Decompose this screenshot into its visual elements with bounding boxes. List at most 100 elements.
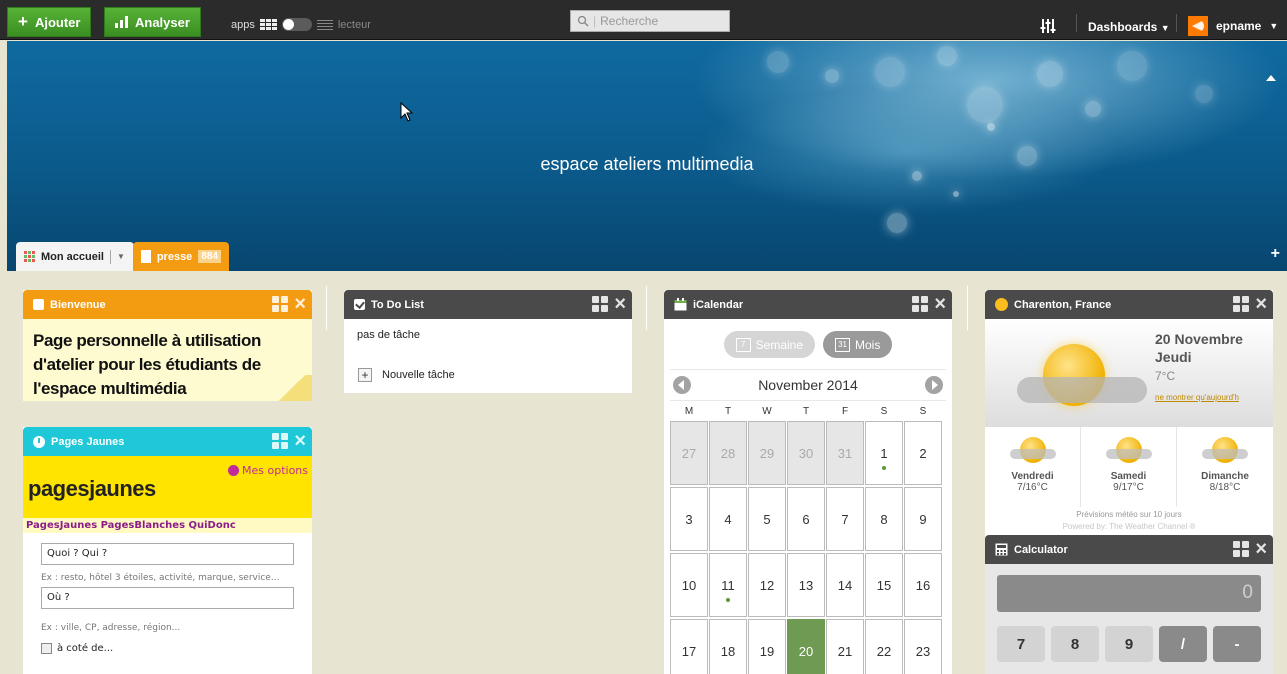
key-9-button[interactable]: 9 <box>1105 626 1153 662</box>
close-icon[interactable]: × <box>294 431 306 451</box>
close-icon[interactable]: × <box>614 294 626 314</box>
add-tab-button[interactable]: + <box>1271 245 1280 263</box>
checkbox-icon <box>354 299 365 310</box>
reader-label: lecteur <box>337 18 371 31</box>
analyze-button[interactable]: Analyser <box>104 7 201 37</box>
calendar-day[interactable]: 11 <box>709 553 747 617</box>
add-button[interactable]: + Ajouter <box>7 7 92 37</box>
close-icon[interactable]: × <box>1255 539 1267 559</box>
calendar-day[interactable]: 22 <box>865 619 903 674</box>
calendar-day[interactable]: 6 <box>787 487 825 551</box>
dashboards-menu[interactable]: Dashboards ▼ <box>1088 20 1170 34</box>
tab-mon-accueil[interactable]: Mon accueil ▼ <box>16 242 134 271</box>
calendar-day[interactable]: 12 <box>748 553 786 617</box>
calendar-day[interactable]: 9 <box>904 487 942 551</box>
note-icon <box>33 299 44 310</box>
calendar-day-number: 21 <box>837 643 853 659</box>
close-icon[interactable]: × <box>1255 294 1267 314</box>
close-icon[interactable]: × <box>934 294 946 314</box>
what-who-input[interactable]: Quoi ? Qui ? <box>41 543 294 565</box>
calendar-day[interactable]: 23 <box>904 619 942 674</box>
calendar-day[interactable]: 21 <box>826 619 864 674</box>
grid-handle-icon[interactable] <box>272 296 289 312</box>
forecast-note-link[interactable]: Prévisions météo sur 10 jours <box>985 509 1273 521</box>
view-switcher[interactable]: apps lecteur <box>231 18 371 31</box>
search-icon <box>577 15 589 27</box>
view-toggle-switch[interactable] <box>281 18 312 31</box>
widget-title: Calculator <box>1014 543 1068 556</box>
widget-header[interactable]: Calculator × <box>985 535 1273 564</box>
grid-handle-icon[interactable] <box>1233 296 1250 312</box>
bar-chart-icon <box>115 16 128 28</box>
widget-header[interactable]: Charenton, France × <box>985 290 1273 319</box>
todo-widget: To Do List × pas de tâche + Nouvelle tâc… <box>344 290 632 393</box>
grid-handle-icon[interactable] <box>272 433 289 449</box>
topbar-divider <box>1076 14 1077 32</box>
chevron-down-icon[interactable]: ▼ <box>117 252 125 261</box>
grid-handle-icon[interactable] <box>592 296 609 312</box>
grid-handle-icon[interactable] <box>1233 541 1250 557</box>
calendar-day[interactable]: 15 <box>865 553 903 617</box>
calendar-widget: iCalendar × 7 Semaine 31 Mois November 2… <box>664 290 952 674</box>
calendar-day[interactable]: 16 <box>904 553 942 617</box>
bubble-decoration <box>1085 101 1101 117</box>
grid-handle-icon[interactable] <box>912 296 929 312</box>
checkbox-icon[interactable] <box>41 643 52 654</box>
collapse-banner-icon[interactable] <box>1266 75 1276 81</box>
next-month-icon[interactable] <box>925 376 943 394</box>
calendar-day[interactable]: 3 <box>670 487 708 551</box>
key-8-button[interactable]: 8 <box>1051 626 1099 662</box>
analyze-button-label: Analyser <box>135 14 190 30</box>
calendar-day[interactable]: 8 <box>865 487 903 551</box>
mixer-icon[interactable] <box>1040 18 1056 38</box>
search-input[interactable]: | Recherche <box>570 10 730 32</box>
dashboard-tabs: Mon accueil ▼ presse 884 + <box>7 242 1287 271</box>
widget-header[interactable]: iCalendar × <box>664 290 952 319</box>
user-menu[interactable]: epname ▼ <box>1188 16 1278 36</box>
widget-header[interactable]: Pages Jaunes × <box>23 427 312 456</box>
calendar-day[interactable]: 27 <box>670 421 708 485</box>
calendar-day[interactable]: 30 <box>787 421 825 485</box>
nearby-checkbox[interactable]: à coté de... <box>41 643 294 654</box>
calendar-day[interactable]: 18 <box>709 619 747 674</box>
widget-title: Pages Jaunes <box>51 435 125 448</box>
month-label: Mois <box>855 337 881 352</box>
calendar-day[interactable]: 5 <box>748 487 786 551</box>
calendar-day[interactable]: 7 <box>826 487 864 551</box>
calendar-icon <box>674 298 687 311</box>
calendar-day-number: 16 <box>915 577 931 593</box>
calendar-day[interactable]: 14 <box>826 553 864 617</box>
calendar-day[interactable]: 29 <box>748 421 786 485</box>
calendar-day[interactable]: 28 <box>709 421 747 485</box>
calendar-day-number: 23 <box>915 643 931 659</box>
key-7-button[interactable]: 7 <box>997 626 1045 662</box>
calendar-day[interactable]: 17 <box>670 619 708 674</box>
minus-button[interactable]: - <box>1213 626 1261 662</box>
widget-header[interactable]: Bienvenue × <box>23 290 312 319</box>
bubble-decoration <box>967 87 1003 123</box>
weekday-label: S <box>880 406 888 417</box>
calendar-day[interactable]: 1 <box>865 421 903 485</box>
calendar-day[interactable]: 2 <box>904 421 942 485</box>
calendar-day-number: 8 <box>880 511 888 527</box>
divide-button[interactable]: / <box>1159 626 1207 662</box>
calendar-day-today[interactable]: 20 <box>787 619 825 674</box>
directory-links[interactable]: PagesJaunes PagesBlanches QuiDonc <box>23 518 312 533</box>
week-view-button[interactable]: 7 Semaine <box>723 331 816 358</box>
tab-presse[interactable]: presse 884 <box>133 242 229 271</box>
month-view-button[interactable]: 31 Mois <box>823 331 893 358</box>
widget-header[interactable]: To Do List × <box>344 290 632 319</box>
new-task-button[interactable]: + Nouvelle tâche <box>344 357 632 393</box>
calendar-day[interactable]: 4 <box>709 487 747 551</box>
previous-month-icon[interactable] <box>673 376 691 394</box>
calendar-day-number: 18 <box>720 643 736 659</box>
calendar-day[interactable]: 19 <box>748 619 786 674</box>
where-input[interactable]: Où ? <box>41 587 294 609</box>
pagesjaunes-logo: pagesjaunes <box>28 476 156 501</box>
calendar-day[interactable]: 31 <box>826 421 864 485</box>
calendar-day[interactable]: 10 <box>670 553 708 617</box>
close-icon[interactable]: × <box>294 294 306 314</box>
calendar-day[interactable]: 13 <box>787 553 825 617</box>
today-only-link[interactable]: ne montrer qu'aujourd'h <box>1155 393 1265 402</box>
options-link[interactable]: Mes options <box>228 464 308 477</box>
